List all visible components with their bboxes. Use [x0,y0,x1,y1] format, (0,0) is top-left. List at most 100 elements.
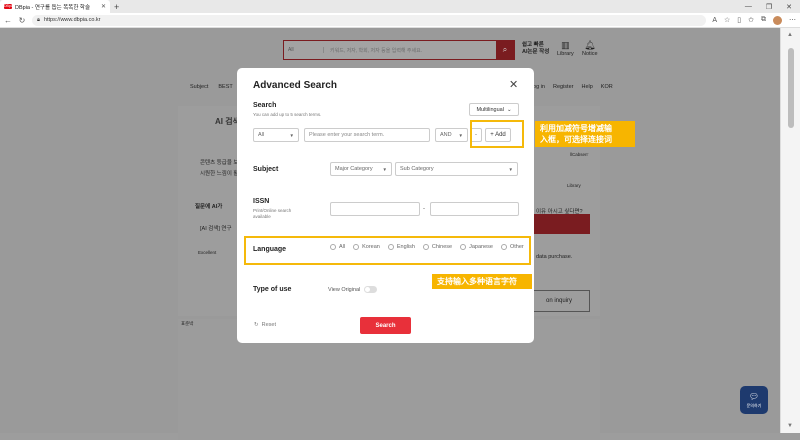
bg-text-7: Library [567,183,581,188]
window-controls: — ❐ ✕ [745,3,800,11]
view-original-label: View Original [328,286,361,293]
issn-hint-2: available [253,214,271,219]
reset-button[interactable]: ↻ Reset [254,322,276,328]
issn-input-2[interactable] [430,202,519,216]
bg-library: ▥ Library [557,40,574,57]
close-window-button[interactable]: ✕ [786,3,792,11]
back-icon[interactable]: ← [4,16,12,25]
operator-select[interactable]: AND ▼ [435,128,468,142]
bg-red-button [530,214,590,234]
browser-toolbar-icons: A ☆ ▯ ✩ ⧉ ⋯ [712,15,796,25]
collections-icon[interactable]: ⧉ [761,16,766,24]
tab-title: DBpia - 연구를 돕는 똑똑한 학술 [15,4,91,11]
reset-label: Reset [261,322,276,328]
bell-icon: 🔔︎ [584,40,596,50]
bg-nav-best: BEST [218,84,233,90]
url-text: https://www.dbpia.co.kr [43,17,101,23]
modal-title: Advanced Search [253,80,337,91]
advanced-search-modal: Advanced Search ✕ Search You can add up … [237,68,534,343]
close-tab-icon[interactable]: ✕ [101,3,106,10]
favorite-star-icon[interactable]: ☆ [724,16,730,24]
caret-down-icon: ▼ [289,132,294,138]
dbpia-favicon-icon: DBpia [4,4,14,9]
profile-avatar[interactable] [773,15,782,25]
bg-notice-label: Notice [582,51,598,57]
search-term-input[interactable]: Please enter your search term. [304,128,430,142]
search-button-label: Search [375,322,396,329]
bg-search-icon: ⌕ [496,40,514,60]
chat-button-label: 문의하기 [746,402,762,408]
search-label: Search [253,102,277,109]
chat-button[interactable]: 💬︎ 문의하기 [740,386,768,414]
highlight-language-area [244,236,531,265]
type-of-use-label: Type of use [253,286,292,293]
bg-text-5: Excellent [198,250,217,255]
search-term-placeholder: Please enter your search term. [309,132,385,138]
bg-nav-right: Log in Register Help KOR [530,84,613,90]
caret-down-icon: ▼ [508,166,513,172]
bg-text-6: llCabsen' [570,152,589,157]
bg-text-3: 질문에 AI가 [195,204,223,210]
library-icon: ▥ [561,40,570,50]
address-bar: ← ↻ 🔒︎ https://www.dbpia.co.kr A ☆ ▯ ✩ ⧉… [0,13,800,28]
bg-search-select: All [284,47,324,53]
sub-category-select[interactable]: Sub Category ▼ [395,162,518,176]
scroll-thumb[interactable] [788,48,794,128]
field-select[interactable]: All ▼ [253,128,299,142]
browser-tab-bar: DBpia DBpia - 연구를 돕는 똑똑한 학술 ✕ + — ❐ ✕ [0,0,800,13]
bg-inquiry-button: on inquiry [528,290,590,312]
maximize-button[interactable]: ❐ [766,3,772,11]
multilingual-label: Multilingual [476,106,504,113]
issn-label: ISSN [253,198,270,205]
url-field[interactable]: 🔒︎ https://www.dbpia.co.kr [32,14,707,26]
callout-add-terms: 利用加减符号增减输 入框，可选择连接词 [535,121,635,147]
callout-language-text: 支持输入多种语言字符 [437,277,517,286]
scroll-up-icon[interactable]: ▲ [787,32,793,38]
highlight-add-area [470,120,524,148]
view-original-toggle[interactable] [364,286,378,293]
major-category-value: Major Category [335,166,373,172]
bg-text-10: 표준박 [181,321,194,326]
bg-inquiry-label: on inquiry [545,298,572,304]
minimize-button[interactable]: — [745,3,752,11]
bg-nav-left: Subject BEST [190,84,233,90]
more-menu-icon[interactable]: ⋯ [789,16,796,24]
bg-nav-subject: Subject [190,84,209,90]
scroll-down-icon[interactable]: ▼ [787,423,793,429]
bg-library-label: Library [557,51,574,57]
issn-input-1[interactable] [330,202,420,216]
bg-text-2: 시원한 느낌이 활 [200,171,239,177]
caret-down-icon: ▼ [458,132,463,138]
reset-icon: ↻ [254,322,259,328]
browser-tab[interactable]: DBpia DBpia - 연구를 돕는 똑똑한 학술 ✕ [0,0,110,13]
bg-text-9: data purchase. [536,254,573,260]
bg-lang: KOR [600,84,613,90]
bg-ai-promo: 쉽고 빠른 AI논문 작성 [522,42,549,56]
split-screen-icon[interactable]: ▯ [737,16,741,24]
multilingual-select[interactable]: Multilingual ⌄ [469,103,519,116]
caret-down-icon: ▼ [382,166,387,172]
search-button[interactable]: Search [360,317,411,334]
bg-help: Help [581,84,593,90]
close-icon[interactable]: ✕ [509,78,518,91]
callout-add-text: 利用加减符号增减输 入框，可选择连接词 [540,124,612,144]
sub-category-value: Sub Category [400,166,434,172]
subject-label: Subject [253,166,279,173]
reload-icon[interactable]: ↻ [18,16,26,25]
view-original-option: View Original [328,286,378,293]
lock-icon: 🔒︎ [37,16,40,23]
major-category-select[interactable]: Major Category ▼ [330,162,392,176]
chevron-down-icon: ⌄ [506,106,512,113]
read-aloud-icon[interactable]: A [712,17,717,24]
operator-value: AND [440,132,452,138]
bg-search-bar: All 키워드, 저자, 학회, 저자 등을 입력해 주세요. ⌕ [283,40,515,60]
field-select-value: All [258,132,265,138]
page-scrollbar[interactable]: ▲ ▼ [780,28,800,433]
bg-search-placeholder: 키워드, 저자, 학회, 저자 등을 입력해 주세요. [330,47,423,54]
chat-icon: 💬︎ [748,391,760,401]
bg-register: Register [553,84,574,90]
search-hint: You can add up to 5 search terms. [253,112,322,117]
favorites-icon[interactable]: ✩ [748,16,754,24]
callout-language: 支持输入多种语言字符 [432,274,532,289]
new-tab-button[interactable]: + [114,2,119,12]
